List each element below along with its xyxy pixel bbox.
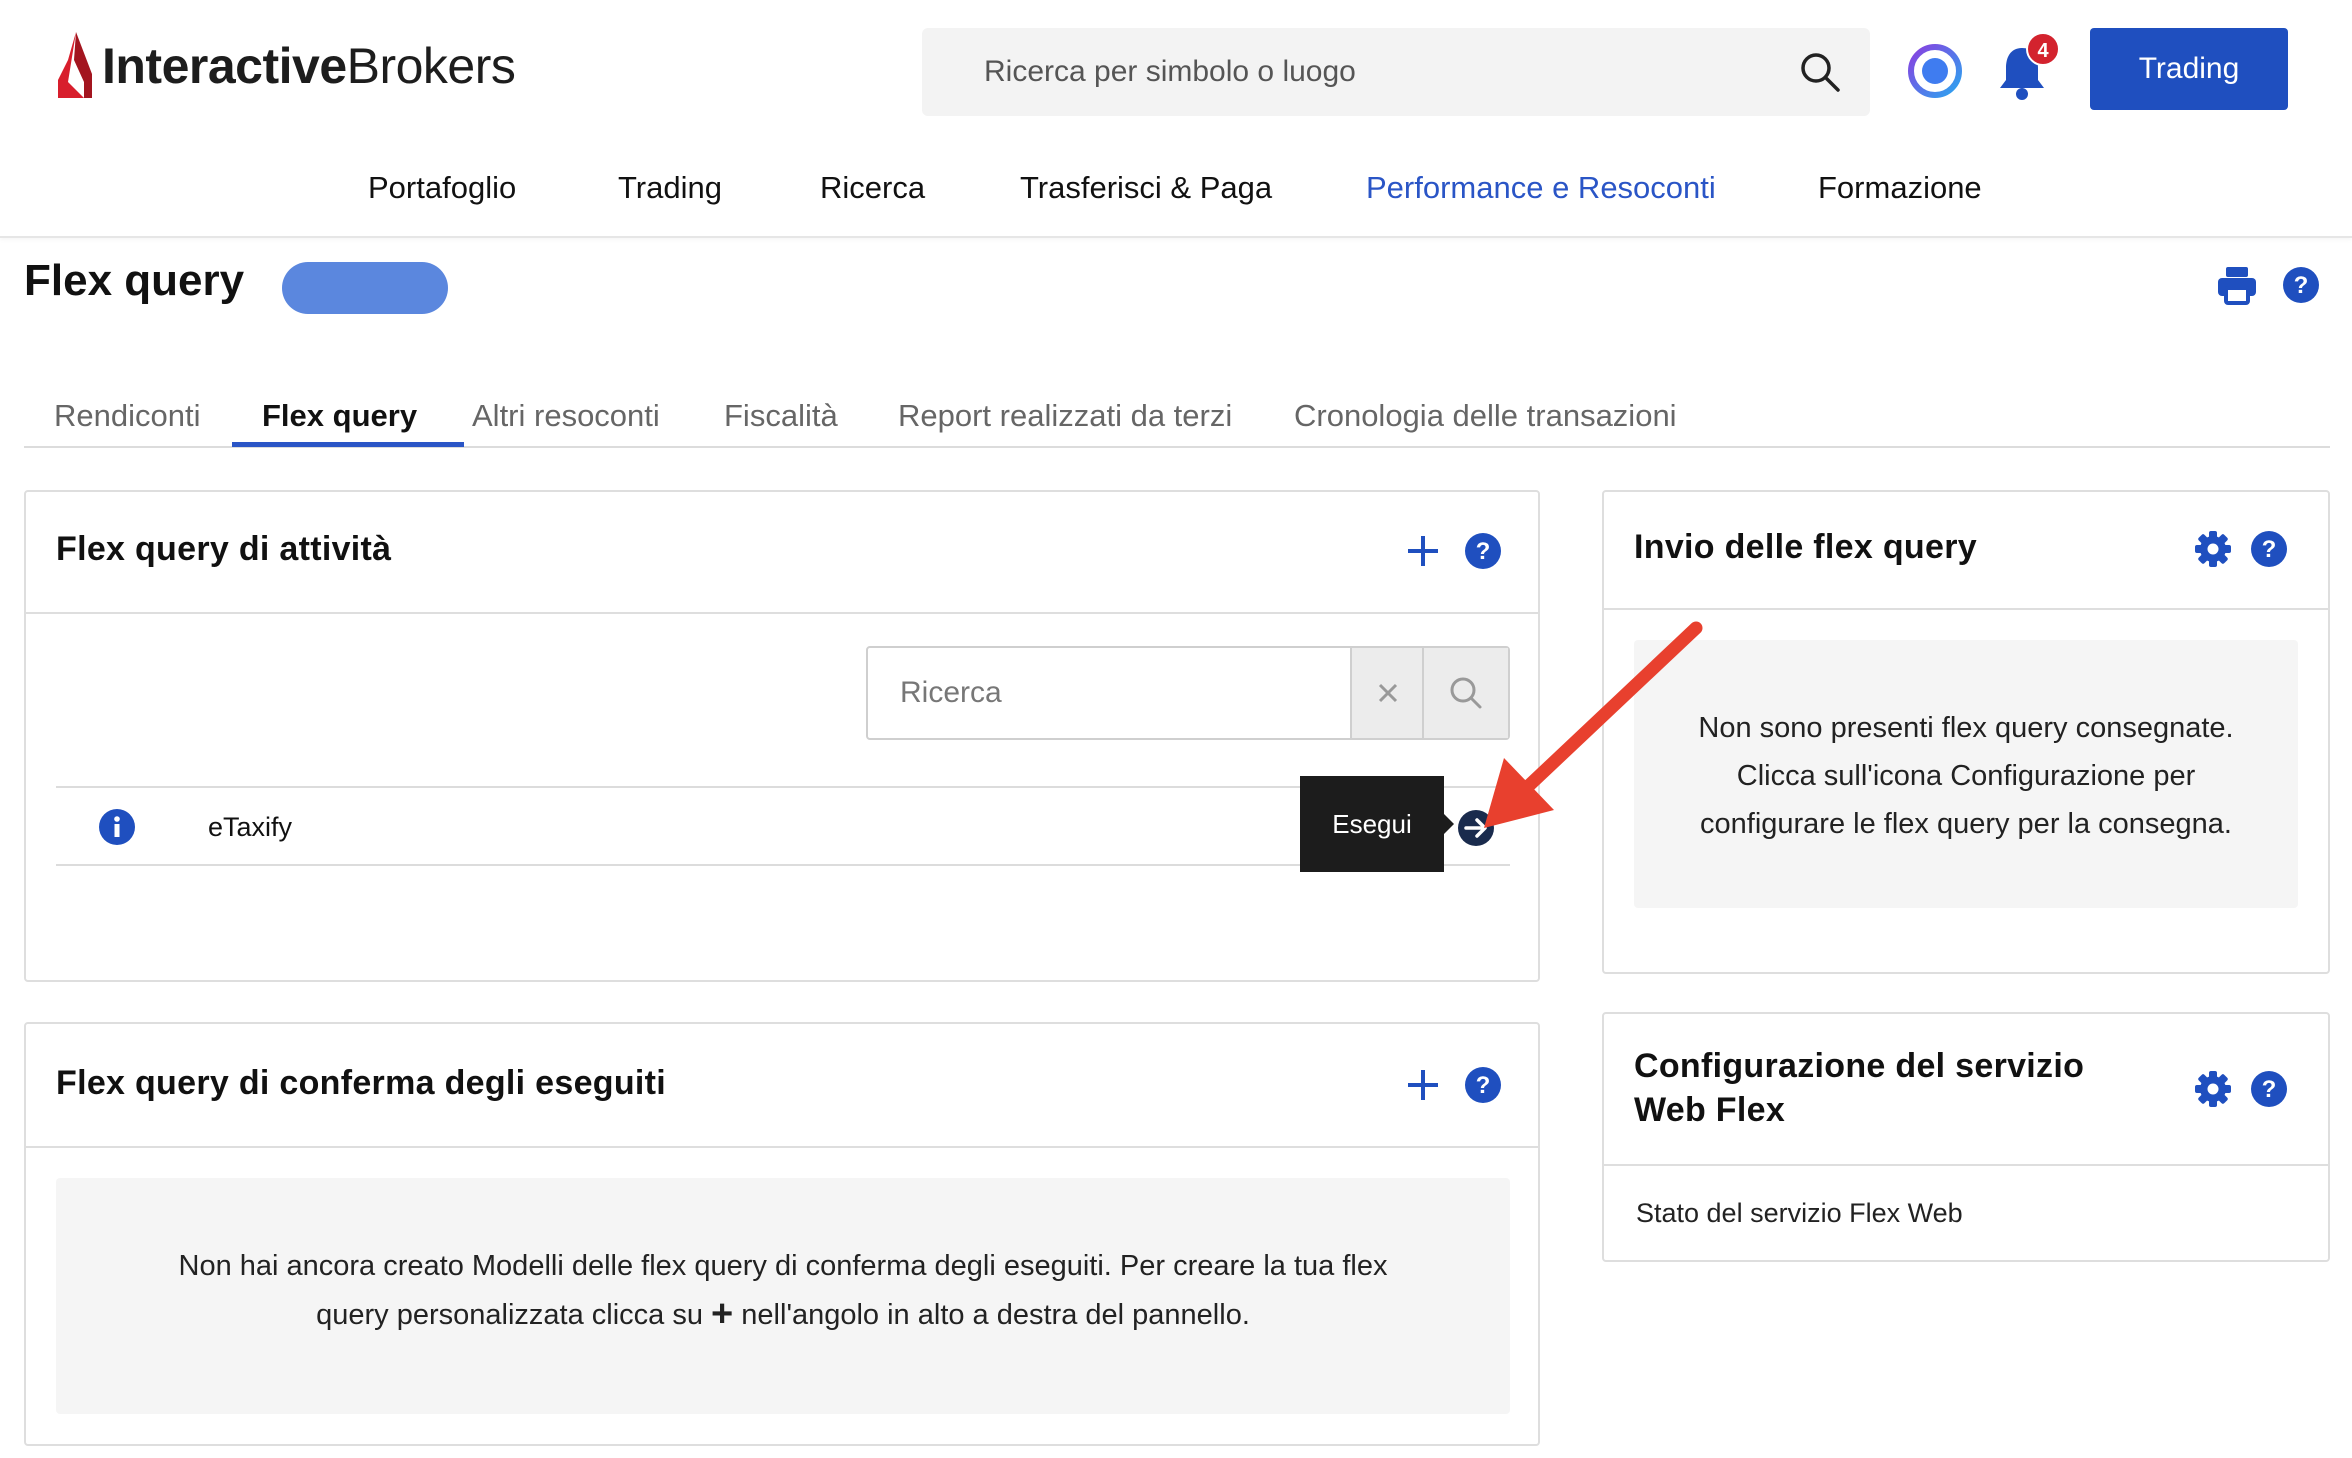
flex-web-status-link[interactable]: Stato del servizio Flex Web (1636, 1198, 1963, 1229)
panel-header: Invio delle flex query ? (1604, 492, 2328, 610)
nav-item-formazione[interactable]: Formazione (1818, 170, 1982, 206)
panel-title: Flex query di attività (56, 530, 392, 568)
logo-wordmark: InteractiveBrokers (102, 38, 516, 94)
global-search (922, 28, 1870, 116)
nav-item-portafoglio[interactable]: Portafoglio (368, 170, 516, 206)
search-icon (1450, 677, 1482, 709)
search-button[interactable] (1424, 648, 1508, 738)
print-icon[interactable] (2216, 264, 2258, 306)
help-icon[interactable]: ? (2250, 530, 2288, 568)
help-icon[interactable]: ? (2282, 266, 2320, 304)
add-icon[interactable] (1404, 532, 1442, 570)
help-icon[interactable]: ? (1464, 532, 1502, 570)
svg-text:?: ? (2262, 1076, 2277, 1103)
search-icon[interactable] (1798, 50, 1842, 94)
flex-query-delivery-panel: Invio delle flex query ? Non sono presen… (1602, 490, 2330, 974)
add-icon[interactable] (1404, 1066, 1442, 1104)
tooltip-arrow (1444, 814, 1454, 834)
plus-icon: + (711, 1293, 734, 1335)
nav-item-trading[interactable]: Trading (618, 170, 722, 206)
tab-report-terzi[interactable]: Report realizzati da terzi (898, 398, 1232, 434)
tab-cronologia-transazioni[interactable]: Cronologia delle transazioni (1294, 398, 1677, 434)
clear-search-button[interactable] (1352, 648, 1424, 738)
nav-item-performance-resoconti[interactable]: Performance e Resoconti (1366, 170, 1716, 206)
help-icon[interactable]: ? (1464, 1066, 1502, 1104)
panel-title: Flex query di conferma degli eseguiti (56, 1064, 667, 1102)
empty-state: Non sono presenti flex query consegnate.… (1634, 640, 2298, 908)
info-icon[interactable] (98, 808, 136, 846)
active-tab-indicator (232, 442, 464, 447)
tab-flex-query[interactable]: Flex query (262, 398, 417, 434)
web-flex-config-panel: Configurazione del servizio Web Flex ? S… (1602, 1012, 2330, 1262)
run-arrow-icon[interactable] (1456, 808, 1496, 848)
gear-icon[interactable] (2194, 1070, 2232, 1108)
activity-search (866, 646, 1510, 740)
help-icon[interactable]: ? (2250, 1070, 2288, 1108)
empty-state-line: query personalizzata clicca su + nell'an… (316, 1293, 1250, 1335)
empty-state-line: Non hai ancora creato Modelli delle flex… (178, 1250, 1388, 1282)
main-navigation: Portafoglio Trading Ricerca Trasferisci … (0, 170, 2352, 214)
logo[interactable]: InteractiveBrokers (54, 26, 516, 106)
panel-header: Flex query di conferma degli eseguiti ? (26, 1024, 1538, 1148)
svg-text:?: ? (2262, 536, 2277, 563)
svg-text:?: ? (1476, 538, 1491, 565)
empty-state-line: Non sono presenti flex query consegnate. (1698, 712, 2234, 744)
top-header: InteractiveBrokers 4 Trading Portafoglio… (0, 0, 2352, 238)
section-tabs: Rendiconti Flex query Altri resoconti Fi… (24, 390, 2330, 448)
tab-rendiconti[interactable]: Rendiconti (54, 398, 200, 434)
tab-fiscalita[interactable]: Fiscalità (724, 398, 838, 434)
svg-text:?: ? (1476, 1072, 1491, 1099)
confirm-flex-query-panel: Flex query di conferma degli eseguiti ? … (24, 1022, 1540, 1446)
nav-item-trasferisci-paga[interactable]: Trasferisci & Paga (1020, 170, 1272, 206)
nav-item-ricerca[interactable]: Ricerca (820, 170, 925, 206)
trading-button[interactable]: Trading (2090, 28, 2288, 110)
empty-state-line: configurare le flex query per la consegn… (1700, 808, 2232, 840)
assistant-ring-icon[interactable] (1906, 42, 1964, 100)
close-icon (1378, 683, 1398, 703)
logo-flame-icon (58, 32, 92, 98)
svg-text:?: ? (2294, 272, 2309, 299)
notification-count-badge: 4 (2026, 32, 2060, 66)
panel-header: Flex query di attività ? (26, 492, 1538, 614)
panel-title: Invio delle flex query (1634, 528, 1977, 566)
tab-altri-resoconti[interactable]: Altri resoconti (472, 398, 660, 434)
account-pill[interactable] (282, 262, 448, 314)
global-search-input[interactable] (984, 28, 1764, 116)
run-tooltip: Esegui (1300, 776, 1444, 872)
page-title: Flex query (24, 256, 245, 305)
table-row: eTaxify (56, 786, 1510, 866)
empty-state: Non hai ancora creato Modelli delle flex… (56, 1178, 1510, 1414)
query-name[interactable]: eTaxify (208, 812, 292, 843)
panel-header: Configurazione del servizio Web Flex ? (1604, 1014, 2328, 1166)
activity-flex-query-panel: Flex query di attività ? Ricerca eTaxify… (24, 490, 1540, 982)
activity-search-input[interactable] (868, 648, 1352, 738)
panel-title: Configurazione del servizio Web Flex (1634, 1047, 2085, 1129)
empty-state-line: Clicca sull'icona Configurazione per (1736, 760, 2196, 792)
gear-icon[interactable] (2194, 530, 2232, 568)
